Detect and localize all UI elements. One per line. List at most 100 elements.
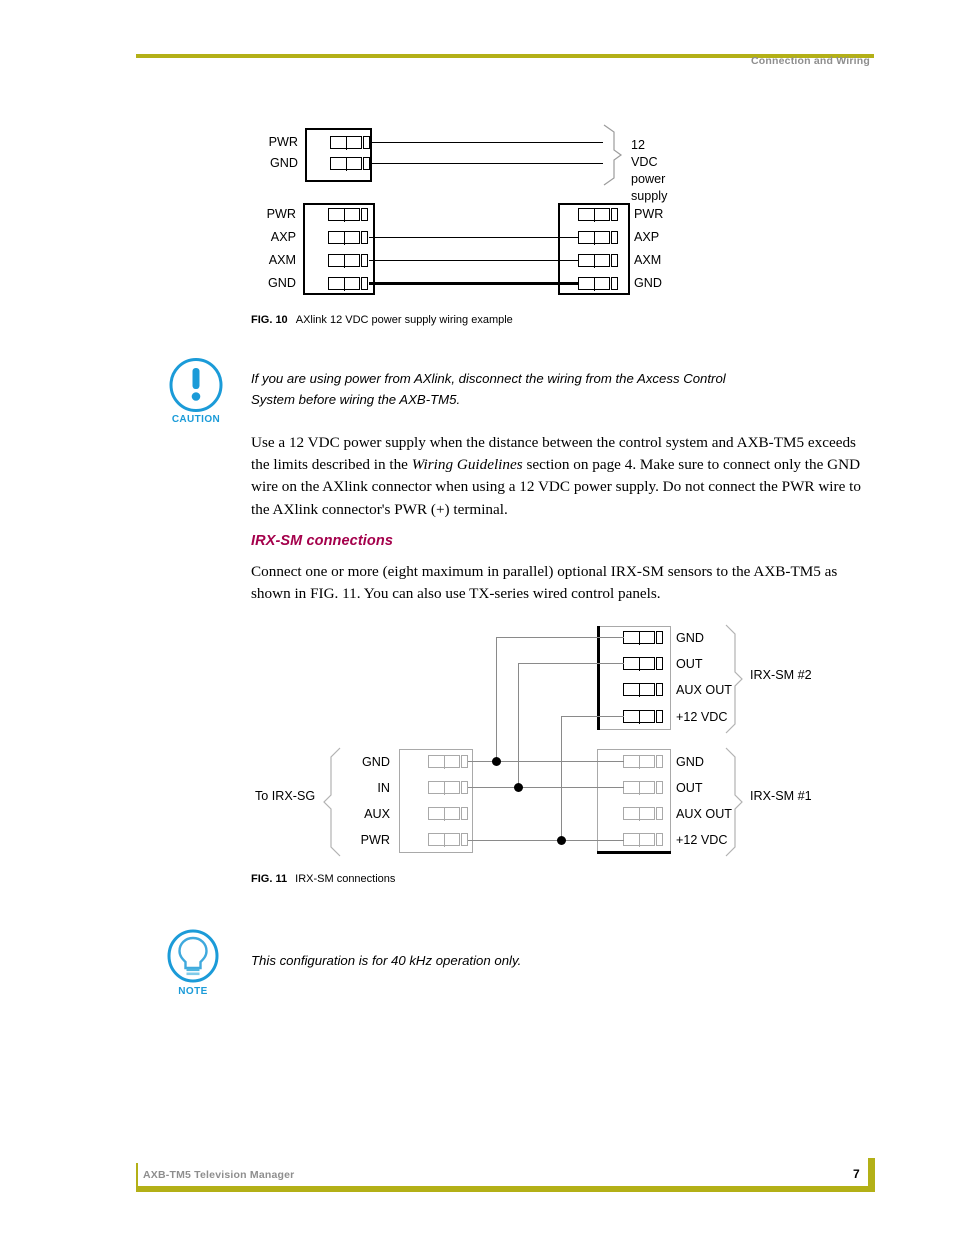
- terminal-tab: [656, 631, 663, 644]
- fig10-left-terminal-gnd: [328, 277, 370, 291]
- fig11-junction-dot-pwr: [557, 836, 566, 845]
- terminal-tab: [461, 833, 468, 846]
- fig11-left-brace: [323, 747, 341, 857]
- terminal-body: [623, 657, 655, 671]
- note-label: NOTE: [178, 986, 208, 997]
- fig10-wire-axm: [369, 260, 579, 262]
- terminal-body: [578, 277, 610, 291]
- figure-10-caption: FIG. 10 AXlink 12 VDC power supply wirin…: [251, 314, 513, 326]
- figure-10-caption-prefix: FIG. 10: [251, 314, 288, 326]
- fig11-wire-pwr-riser: [561, 716, 563, 841]
- terminal-body: [578, 231, 610, 245]
- fig11-irxsm1-terminal-gnd: [623, 755, 665, 769]
- terminal-tab: [461, 781, 468, 794]
- caution-text: If you are using power from AXlink, disc…: [251, 371, 726, 407]
- fig11-irxsm2-pin-label-12vdc: +12 VDC: [676, 710, 728, 724]
- terminal-tab: [363, 157, 370, 170]
- fig10-wire-pwr: [370, 142, 603, 144]
- fig11-irxsm1-pin-label-out: OUT: [676, 781, 703, 795]
- fig11-wire-gnd-riser: [496, 637, 498, 762]
- fig10-left-pin-label-gnd: GND: [268, 276, 296, 290]
- terminal-body: [578, 254, 610, 268]
- terminal-body: [328, 231, 360, 245]
- fig10-right-terminal-axm: [578, 254, 620, 268]
- terminal-body: [328, 208, 360, 222]
- terminal-body: [428, 755, 460, 769]
- fig11-wire-out-riser: [518, 663, 520, 788]
- footer-left-tick: [136, 1163, 138, 1187]
- body-paragraph-1-italic-1: Wiring Guidelines: [411, 456, 523, 474]
- fig10-wire-axp: [369, 237, 579, 239]
- terminal-tab: [611, 254, 618, 267]
- terminal-body: [623, 683, 655, 697]
- header-title: Connection and Wiring: [750, 55, 870, 67]
- fig11-left-terminal-in: [428, 781, 470, 795]
- fig11-irxsm1-label: IRX-SM #1: [750, 789, 812, 803]
- fig10-right-terminal-pwr: [578, 208, 620, 222]
- fig10-terminal-gnd: [330, 157, 372, 171]
- fig11-irxsm1-brace: [725, 747, 743, 857]
- fig11-wire-out-horizontal: [468, 787, 624, 789]
- terminal-body: [330, 136, 362, 150]
- fig10-terminal-pwr: [330, 136, 372, 150]
- fig10-power-supply-label: 12 VDC power supply: [631, 137, 667, 205]
- terminal-tab: [656, 683, 663, 696]
- terminal-tab: [611, 208, 618, 221]
- footer-rule: [136, 1186, 874, 1192]
- fig11-wire-pwr-top: [561, 716, 624, 718]
- fig11-irxsm2-pin-label-gnd: GND: [676, 631, 704, 645]
- fig11-irxsm2-brace: [725, 624, 743, 734]
- terminal-body: [623, 631, 655, 645]
- footer-title: AXB-TM5 Television Manager: [143, 1169, 295, 1181]
- fig11-left-terminal-aux: [428, 807, 470, 821]
- fig11-left-terminal-pwr: [428, 833, 470, 847]
- fig11-irxsm1-pin-label-gnd: GND: [676, 755, 704, 769]
- terminal-tab: [656, 710, 663, 723]
- terminal-tab: [656, 755, 663, 768]
- fig11-irxsm1-terminal-out: [623, 781, 665, 795]
- note-text: This configuration is for 40 kHz operati…: [251, 953, 522, 968]
- footer-right-bar: [868, 1158, 875, 1192]
- fig11-irxsm1-terminal-aux-out: [623, 807, 665, 821]
- terminal-tab: [361, 231, 368, 244]
- fig10-right-pin-label-axp: AXP: [634, 230, 660, 244]
- terminal-body: [428, 807, 460, 821]
- terminal-tab: [461, 755, 468, 768]
- terminal-tab: [461, 807, 468, 820]
- fig11-irxsm1-pin-label-12vdc: +12 VDC: [676, 833, 728, 847]
- terminal-body: [428, 833, 460, 847]
- fig11-irxsm2-terminal-out: [623, 657, 665, 671]
- fig10-left-pin-label-axm: AXM: [268, 253, 296, 267]
- fig10-power-supply-label-line2: supply: [631, 189, 668, 203]
- terminal-body: [623, 781, 655, 795]
- fig10-pin-label-pwr: PWR: [268, 135, 298, 149]
- fig11-irxsm1-terminal-12vdc: [623, 833, 665, 847]
- terminal-body: [623, 807, 655, 821]
- terminal-tab: [611, 231, 618, 244]
- fig10-right-terminal-gnd: [578, 277, 620, 291]
- fig11-wire-gnd-top: [496, 637, 624, 639]
- terminal-body: [578, 208, 610, 222]
- fig11-left-device-label: To IRX-SG: [255, 789, 316, 803]
- figure-11-caption-prefix: FIG. 11: [251, 873, 288, 885]
- terminal-tab: [361, 277, 368, 290]
- footer-page-number: 7: [853, 1167, 860, 1181]
- fig11-irxsm2-terminal-12vdc: [623, 710, 665, 724]
- fig11-left-terminal-gnd: [428, 755, 470, 769]
- fig10-pin-label-gnd: GND: [270, 156, 298, 170]
- fig11-irxsm2-ground-bar: [597, 626, 600, 730]
- fig11-irxsm2-terminal-gnd: [623, 631, 665, 645]
- fig10-wire-gnd: [369, 282, 579, 286]
- terminal-body: [328, 254, 360, 268]
- fig10-right-pin-label-gnd: GND: [634, 276, 662, 290]
- fig10-left-terminal-axm: [328, 254, 370, 268]
- figure-10-caption-text: AXlink 12 VDC power supply wiring exampl…: [295, 314, 513, 326]
- section-paragraph-irx-sm: Connect one or more (eight maximum in pa…: [251, 563, 838, 603]
- caution-label: CAUTION: [171, 414, 221, 425]
- terminal-tab: [656, 833, 663, 846]
- fig11-junction-dot-gnd: [492, 757, 501, 766]
- fig10-right-pin-label-axm: AXM: [634, 253, 662, 267]
- terminal-body: [428, 781, 460, 795]
- terminal-body: [623, 755, 655, 769]
- fig10-power-supply-brace: [603, 124, 623, 186]
